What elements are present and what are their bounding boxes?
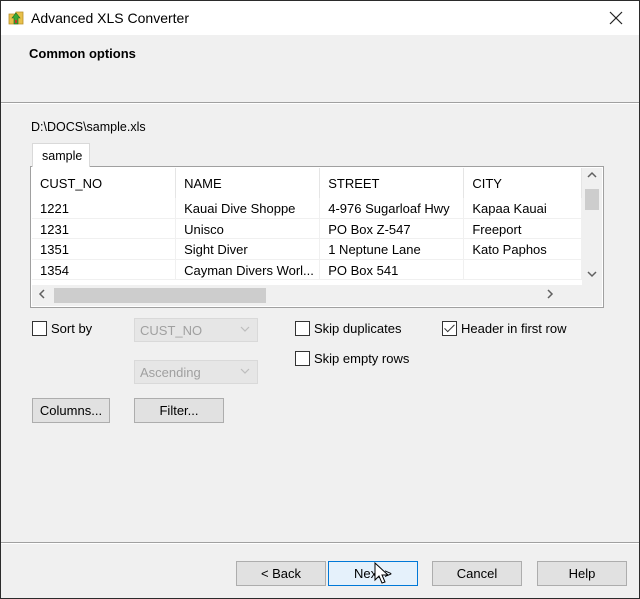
skip-duplicates-checkbox[interactable]: Skip duplicates [295,321,401,336]
sheet-tab[interactable]: sample [32,143,90,167]
sort-field-value: CUST_NO [140,323,203,338]
horizontal-scrollbar[interactable] [32,285,582,306]
column-header[interactable]: CITY [464,168,582,198]
sort-by-label: Sort by [51,321,93,336]
table-cell: PO Box 541 [320,259,465,279]
window-title: Advanced XLS Converter [31,10,189,26]
chevron-down-icon [239,322,251,339]
skip-empty-rows-label: Skip empty rows [314,351,410,366]
table-cell: 1354 [32,259,177,279]
footer-divider-highlight [1,543,639,544]
table-cell: Cayman Divers Worl... [176,259,321,279]
column-header[interactable]: STREET [320,168,465,198]
table-cell: Kauai Dive Shoppe [176,198,321,218]
grid-header-row: CUST_NO NAME STREET CITY [32,168,582,198]
wizard-header: Common options [1,35,639,104]
file-path-label: D:\DOCS\sample.xls [31,120,146,134]
help-button[interactable]: Help [537,561,627,586]
sort-order-value: Ascending [140,365,201,380]
table-cell: PO Box Z-547 [320,218,465,238]
table-row[interactable]: 1354 Cayman Divers Worl... PO Box 541 [32,259,582,280]
table-cell: 1351 [32,239,177,259]
table-row[interactable]: 1351 Sight Diver 1 Neptune Lane Kato Pap… [32,239,582,260]
filter-button[interactable]: Filter... [134,398,224,423]
dialog-window: Advanced XLS Converter Common options D:… [0,0,640,599]
table-cell: Freeport [464,218,582,238]
column-header[interactable]: NAME [176,168,321,198]
scroll-left-icon[interactable] [38,288,46,303]
horizontal-scroll-thumb[interactable] [54,288,266,303]
header-in-first-row-checkbox-box[interactable] [442,321,457,336]
table-cell: Kato Paphos [464,239,582,259]
column-header[interactable]: CUST_NO [32,168,177,198]
scroll-up-icon[interactable] [586,171,598,182]
scroll-right-icon[interactable] [546,288,554,303]
columns-button[interactable]: Columns... [32,398,110,423]
vertical-scrollbar[interactable] [582,168,602,285]
sort-by-checkbox-box[interactable] [32,321,47,336]
close-icon [609,11,623,25]
table-cell: 4-976 Sugarloaf Hwy [320,198,465,218]
table-cell: 1 Neptune Lane [320,239,465,259]
next-button[interactable]: Next > [328,561,418,586]
table-cell: Kapaa Kauai [464,198,582,218]
sort-order-select[interactable]: Ascending [134,360,258,384]
table-cell: Unisco [176,218,321,238]
app-icon [8,9,26,27]
sort-by-checkbox[interactable]: Sort by [32,321,92,336]
table-cell: 1231 [32,218,177,238]
skip-duplicates-checkbox-box[interactable] [295,321,310,336]
back-button[interactable]: < Back [236,561,326,586]
table-row[interactable]: 1221 Kauai Dive Shoppe 4-976 Sugarloaf H… [32,198,582,219]
skip-empty-rows-checkbox-box[interactable] [295,351,310,366]
table-cell [464,259,582,279]
table-row[interactable]: 1231 Unisco PO Box Z-547 Freeport [32,218,582,239]
grid-viewport: CUST_NO NAME STREET CITY 1221 Kauai Dive… [32,168,582,285]
table-cell: 1221 [32,198,177,218]
skip-duplicates-label: Skip duplicates [314,321,402,336]
header-in-first-row-label: Header in first row [461,321,567,336]
title-bar[interactable]: Advanced XLS Converter [1,1,639,35]
close-button[interactable] [593,1,639,35]
sort-field-select[interactable]: CUST_NO [134,318,258,342]
cancel-button[interactable]: Cancel [432,561,522,586]
header-in-first-row-checkbox[interactable]: Header in first row [442,321,566,336]
table-cell: Sight Diver [176,239,321,259]
data-preview-grid[interactable]: CUST_NO NAME STREET CITY 1221 Kauai Dive… [30,166,604,308]
scrollbar-corner [582,285,602,306]
skip-empty-rows-checkbox[interactable]: Skip empty rows [295,351,409,366]
scroll-down-icon[interactable] [586,270,598,281]
chevron-down-icon [239,364,251,381]
page-title: Common options [29,46,136,61]
vertical-scroll-thumb[interactable] [585,189,599,210]
